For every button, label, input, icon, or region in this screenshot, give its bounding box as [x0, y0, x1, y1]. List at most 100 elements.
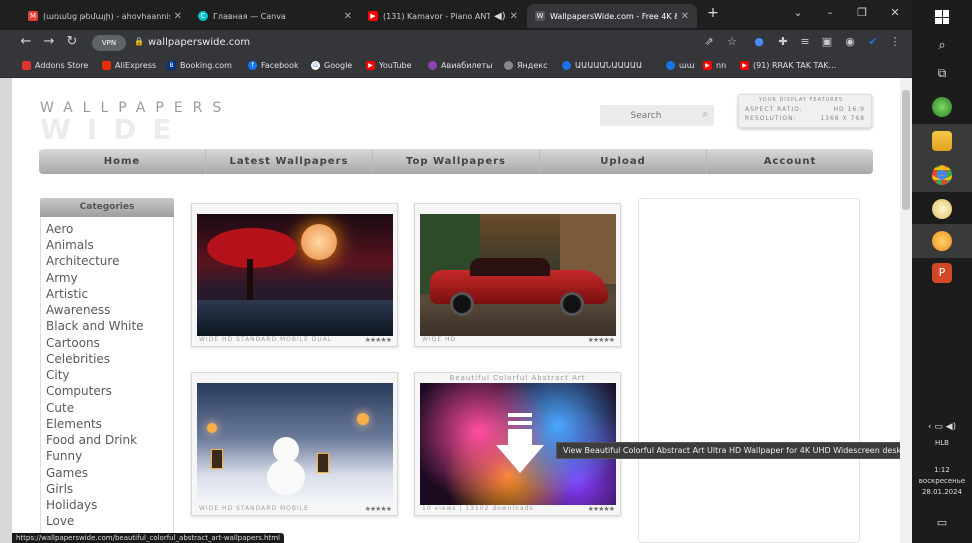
menu-latest-wallpapers[interactable]: Latest Wallpapers — [206, 149, 373, 174]
close-window-button[interactable]: ✕ — [885, 6, 905, 19]
lock-icon[interactable]: 🔒 — [134, 37, 144, 46]
category-elements[interactable]: Elements — [46, 417, 102, 431]
bookmark-youtube[interactable]: ▶ YouTube — [366, 61, 412, 70]
close-tab-icon[interactable]: ✕ — [681, 11, 689, 22]
search-icon[interactable]: ⌕ — [702, 109, 708, 120]
bookmark-booking[interactable]: B Booking.com — [167, 61, 232, 70]
more-menu-icon[interactable]: ⋮ — [888, 35, 902, 49]
category-cute[interactable]: Cute — [46, 401, 74, 415]
wallpaper-thumbnail[interactable]: WIDE HD ★★★★★ — [414, 203, 621, 347]
sync-check-icon[interactable]: ✔ — [866, 35, 880, 49]
category-artistic[interactable]: Artistic — [46, 287, 88, 301]
forward-icon[interactable]: → — [41, 34, 57, 49]
display-features-heading: YOUR DISPLAY FEATURES — [759, 97, 844, 103]
wallpaper-thumbnail[interactable]: WIDE HD STANDARD MOBILE DUAL ★★★★★ — [191, 203, 398, 347]
bookmark-google[interactable]: G Google — [311, 61, 352, 70]
reading-list-icon[interactable]: ≡ — [798, 35, 812, 49]
back-icon[interactable]: ← — [18, 34, 34, 49]
close-tab-icon[interactable]: ✕ — [510, 11, 518, 22]
category-funny[interactable]: Funny — [46, 449, 82, 463]
site-logo-bottom[interactable]: WIDE — [40, 113, 188, 146]
globe-icon — [504, 61, 513, 70]
bookmark-addons-store[interactable]: Addons Store — [22, 61, 88, 70]
new-tab-button[interactable]: + — [704, 5, 722, 25]
category-computers[interactable]: Computers — [46, 384, 112, 398]
category-awareness[interactable]: Awareness — [46, 303, 110, 317]
bookmark-armenian[interactable]: ԱԱԱԱԱՆԱԱԱԱԱ — [562, 61, 642, 70]
extensions-puzzle-icon[interactable]: ✚ — [776, 35, 790, 49]
bookmark-yandex[interactable]: Яндекс — [504, 61, 547, 70]
taskbar-file-explorer[interactable] — [912, 124, 972, 158]
taskbar-app-character[interactable] — [912, 192, 972, 226]
restore-button[interactable]: ❐ — [852, 6, 872, 19]
category-architecture[interactable]: Architecture — [46, 254, 119, 268]
taskbar-chrome[interactable] — [912, 158, 972, 192]
wallpaper-thumbnail[interactable]: WIDE HD STANDARD MOBILE ★★★★★ — [191, 372, 398, 516]
speaker-icon[interactable]: ◀) — [494, 11, 506, 22]
bookmark-aa[interactable]: աա — [666, 61, 695, 70]
system-clock[interactable]: HLB 1:12 воскресенье 28.01.2024 — [912, 439, 972, 498]
tab-title: (առանց թեմայի) - ahovhaannis — [43, 11, 170, 21]
extension-shield-icon[interactable]: ● — [752, 35, 766, 49]
resolution-value: 1366 X 768 — [820, 115, 865, 122]
address-bar[interactable]: wallpaperswide.com — [148, 37, 250, 48]
category-army[interactable]: Army — [46, 271, 78, 285]
bookmark-nn[interactable]: ▶ nn — [703, 61, 726, 70]
tab-gmail[interactable]: M (առանց թեմայի) - ahovhaannis ✕ — [20, 4, 190, 28]
clock-day: воскресенье — [918, 477, 966, 485]
side-panel-icon[interactable]: ▣ — [820, 35, 834, 49]
tab-canva[interactable]: C Главная — Canva ✕ — [190, 4, 360, 28]
category-aero[interactable]: Aero — [46, 222, 73, 236]
category-black-and-white[interactable]: Black and White — [46, 319, 144, 333]
profile-avatar-icon[interactable]: ◉ — [843, 35, 857, 49]
menu-home[interactable]: Home — [39, 149, 206, 174]
bookmark-star-icon[interactable]: ☆ — [725, 35, 739, 49]
bookmark-facebook[interactable]: f Facebook — [248, 61, 299, 70]
taskbar-vpn-app[interactable] — [912, 224, 972, 258]
youtube-icon: ▶ — [740, 61, 749, 70]
category-city[interactable]: City — [46, 368, 70, 382]
notifications-icon[interactable]: ▭ — [912, 505, 972, 539]
youtube-icon: ▶ — [366, 61, 375, 70]
reload-icon[interactable]: ↻ — [64, 34, 80, 49]
tab-title: Главная — Canva — [213, 11, 286, 21]
share-icon[interactable]: ⇗ — [702, 35, 716, 49]
category-girls[interactable]: Girls — [46, 482, 73, 496]
wallpaper-image-red-tree-moon[interactable] — [197, 214, 393, 336]
taskbar-powerpoint[interactable]: P — [912, 256, 972, 290]
vpn-badge[interactable]: VPN — [92, 35, 126, 51]
minimize-button[interactable]: – — [820, 6, 840, 19]
bookmark-aliexpress[interactable]: AliExpress — [102, 61, 156, 70]
category-love[interactable]: Love — [46, 514, 74, 528]
rating-stars: ★★★★★ — [364, 336, 392, 344]
bookmark-rrak-tak-tak[interactable]: ▶ (91) RRAK TAK TAK... — [740, 61, 836, 70]
windows-logo-icon — [935, 10, 949, 24]
category-food-and-drink[interactable]: Food and Drink — [46, 433, 137, 447]
wallpaper-image-red-muscle-car[interactable] — [420, 214, 616, 336]
menu-top-wallpapers[interactable]: Top Wallpapers — [373, 149, 540, 174]
category-animals[interactable]: Animals — [46, 238, 94, 252]
close-tab-icon[interactable]: ✕ — [344, 11, 352, 22]
tab-wallpaperswide[interactable]: W WallpapersWide.com - Free 4K & ✕ — [527, 4, 697, 28]
bookmark-aviabilety[interactable]: Авиабилеты — [428, 61, 492, 70]
task-view-icon[interactable]: ⧉ — [912, 56, 972, 90]
aliexpress-icon — [102, 61, 111, 70]
wallpaper-image-snowman[interactable] — [197, 383, 393, 505]
shield-icon — [932, 231, 952, 251]
category-games[interactable]: Games — [46, 466, 88, 480]
search-input[interactable] — [600, 105, 692, 126]
menu-upload[interactable]: Upload — [540, 149, 707, 174]
menu-account[interactable]: Account — [707, 149, 873, 174]
category-cartoons[interactable]: Cartoons — [46, 336, 100, 350]
google-icon: G — [311, 61, 320, 70]
tab-youtube[interactable]: ▶ (131) Kamavor - Piano ANT ◀) ✕ — [360, 4, 526, 28]
input-language[interactable]: HLB — [912, 438, 972, 449]
close-tab-icon[interactable]: ✕ — [174, 11, 182, 22]
display-features-panel: YOUR DISPLAY FEATURES ASPECT RATIO: HD 1… — [738, 94, 872, 128]
taskbar-app-bug[interactable] — [912, 90, 972, 124]
scrollbar-thumb[interactable] — [902, 90, 910, 210]
tab-search-icon[interactable]: ⌄ — [788, 6, 808, 19]
category-holidays[interactable]: Holidays — [46, 498, 97, 512]
category-celebrities[interactable]: Celebrities — [46, 352, 110, 366]
canva-icon: C — [198, 11, 208, 21]
